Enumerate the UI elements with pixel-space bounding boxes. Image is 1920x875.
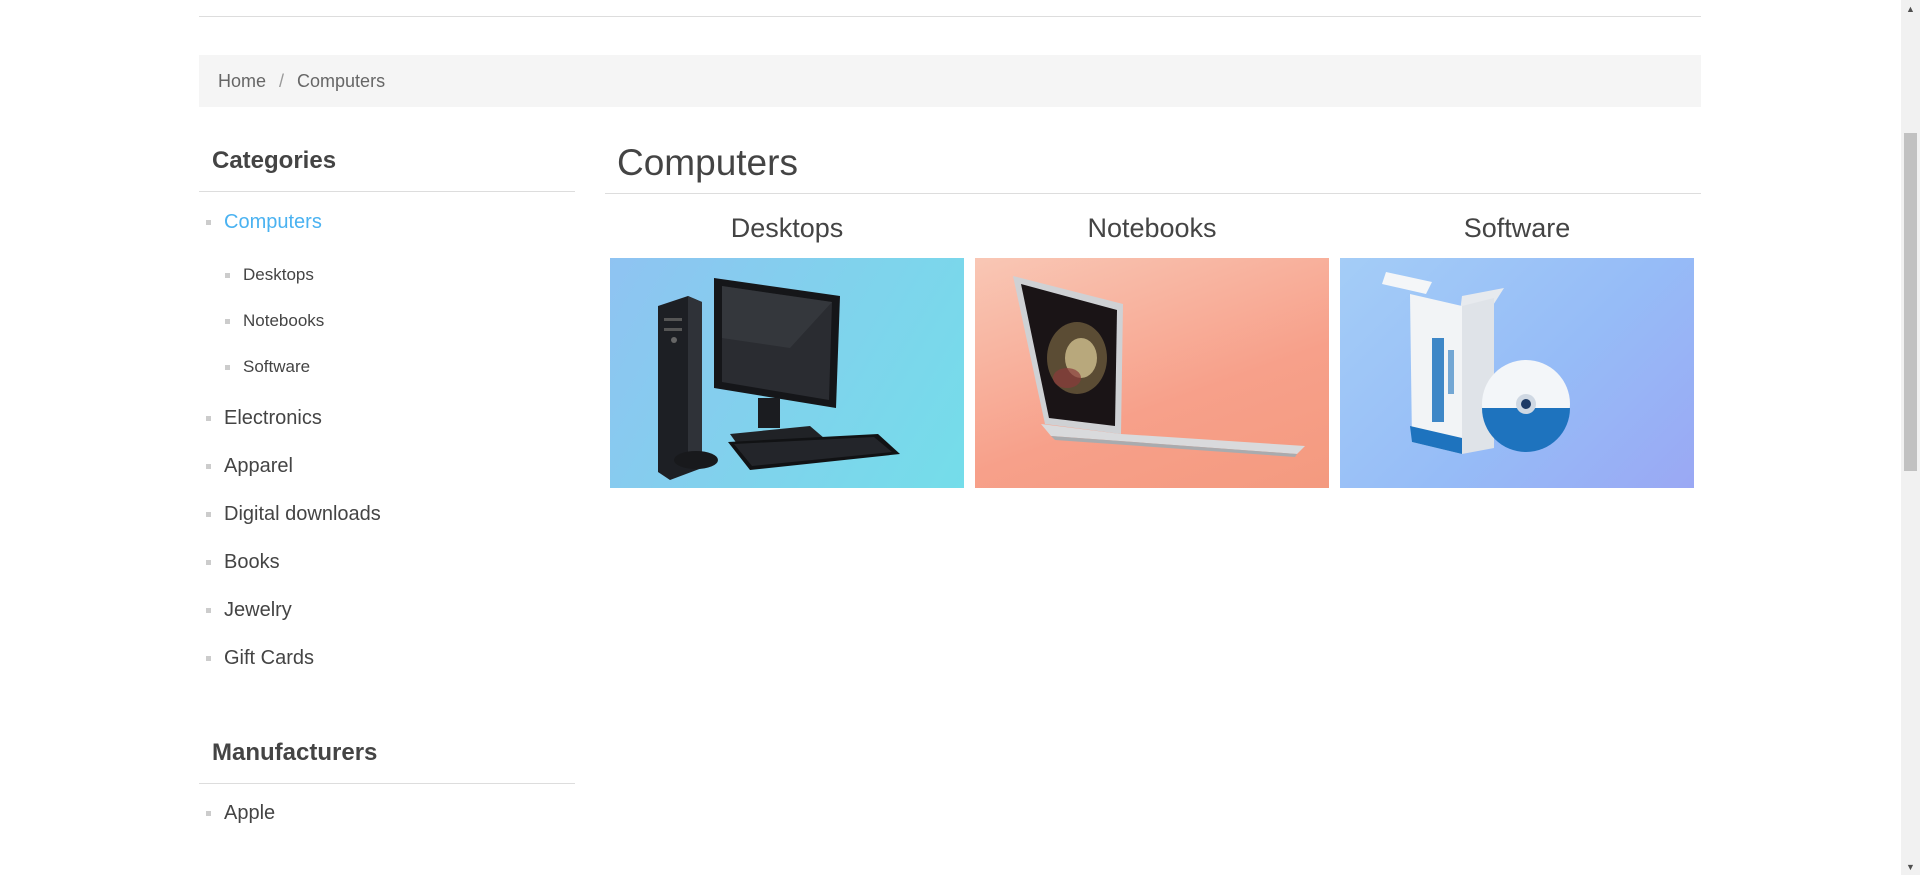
sidebar: Categories Computers Desktops Notebooks: [199, 132, 575, 837]
bullet-icon: [206, 811, 211, 816]
category-digital-downloads[interactable]: Digital downloads: [199, 490, 575, 538]
manufacturer-label: Apple: [224, 802, 276, 824]
bullet-icon: [206, 656, 211, 661]
subcategory-list: Desktops Notebooks Software: [199, 252, 575, 390]
subcategory-grid: Desktops Notebooks Software: [605, 208, 1701, 488]
software-package-image[interactable]: [1340, 258, 1694, 488]
manufacturers-list: Apple: [199, 789, 575, 837]
laptop-icon: [1013, 276, 1305, 457]
category-label: Books: [224, 551, 280, 573]
subcategory-card-desktops[interactable]: Desktops: [610, 208, 964, 488]
category-books[interactable]: Books: [199, 538, 575, 586]
categories-title: Categories: [199, 132, 575, 192]
software-box-icon: [1382, 272, 1570, 454]
subcategory-label: Desktops: [243, 265, 314, 284]
category-label: Gift Cards: [224, 647, 315, 669]
main-content: Computers Desktops Notebooks Software: [605, 132, 1701, 488]
category-computers[interactable]: Computers: [199, 198, 575, 246]
category-electronics[interactable]: Electronics: [199, 394, 575, 442]
subcategory-label: Software: [243, 357, 311, 376]
subcategory-card-notebooks[interactable]: Notebooks: [975, 208, 1329, 488]
bullet-icon: [206, 220, 211, 225]
category-label: Apparel: [224, 455, 293, 477]
category-label: Electronics: [224, 407, 322, 429]
bullet-icon: [206, 608, 211, 613]
breadcrumb-separator: /: [279, 70, 285, 91]
category-label: Digital downloads: [224, 503, 381, 525]
bullet-icon: [225, 365, 230, 370]
category-label: Jewelry: [224, 599, 292, 621]
scroll-down-arrow-icon[interactable]: ▼: [1901, 858, 1920, 875]
category-jewelry[interactable]: Jewelry: [199, 586, 575, 634]
subcategory-label: Notebooks: [243, 311, 325, 330]
subcategory-desktops[interactable]: Desktops: [199, 252, 575, 298]
subcategory-software[interactable]: Software: [199, 344, 575, 390]
scrollbar-thumb[interactable]: [1904, 133, 1917, 471]
manufacturer-apple[interactable]: Apple: [199, 789, 575, 837]
scroll-up-arrow-icon[interactable]: ▲: [1901, 0, 1920, 17]
page-title: Computers: [605, 132, 1701, 194]
bullet-icon: [206, 416, 211, 421]
breadcrumb-current: Computers: [297, 70, 386, 91]
notebook-laptop-image[interactable]: [975, 258, 1329, 488]
bullet-icon: [206, 464, 211, 469]
manufacturers-title: Manufacturers: [199, 724, 575, 784]
desktop-computer-image[interactable]: [610, 258, 964, 488]
subcategory-notebooks[interactable]: Notebooks: [199, 298, 575, 344]
vertical-scrollbar[interactable]: ▲ ▼: [1901, 0, 1920, 875]
subcategory-card-title[interactable]: Desktops: [610, 208, 964, 258]
subcategory-card-title[interactable]: Notebooks: [975, 208, 1329, 258]
breadcrumb-home-link[interactable]: Home: [218, 71, 266, 92]
page: Home / Computers Categories Computers De…: [0, 0, 1920, 875]
bullet-icon: [206, 560, 211, 565]
bullet-icon: [225, 319, 230, 324]
subcategory-list-wrapper: Desktops Notebooks Software: [199, 246, 575, 394]
category-apparel[interactable]: Apparel: [199, 442, 575, 490]
breadcrumb: Home / Computers: [199, 55, 1701, 107]
subcategory-card-software[interactable]: Software: [1340, 208, 1694, 488]
desktop-computer-icon: [658, 278, 900, 480]
bullet-icon: [206, 512, 211, 517]
category-gift-cards[interactable]: Gift Cards: [199, 634, 575, 682]
categories-list: Computers Desktops Notebooks Software El…: [199, 198, 575, 682]
subcategory-card-title[interactable]: Software: [1340, 208, 1694, 258]
header-divider: [199, 16, 1701, 17]
category-label: Computers: [224, 211, 322, 233]
bullet-icon: [225, 273, 230, 278]
